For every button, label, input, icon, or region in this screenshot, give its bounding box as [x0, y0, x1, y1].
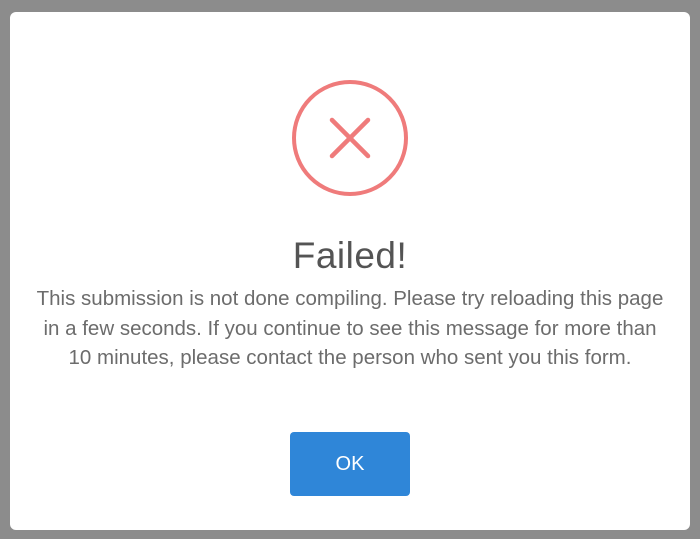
error-x-icon [291, 79, 409, 197]
modal-backdrop: Failed! This submission is not done comp… [0, 0, 700, 539]
dialog-title: Failed! [292, 235, 408, 276]
ok-button[interactable]: OK [290, 432, 410, 496]
error-dialog: Failed! This submission is not done comp… [10, 12, 690, 530]
dialog-message: This submission is not done compiling. P… [36, 287, 664, 369]
